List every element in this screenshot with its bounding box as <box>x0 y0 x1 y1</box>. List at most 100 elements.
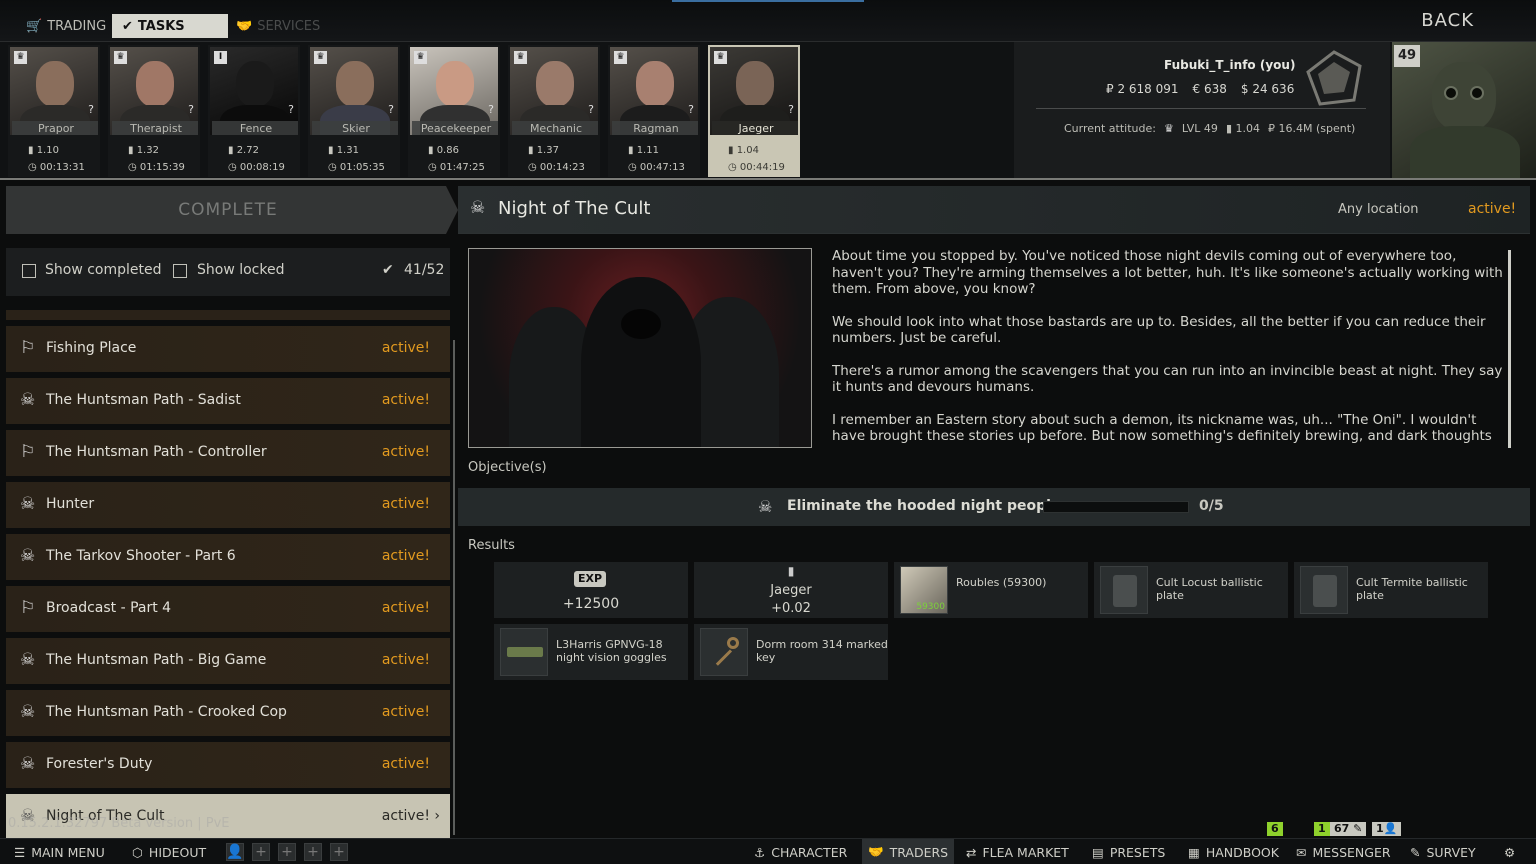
task-status: active! <box>381 340 430 356</box>
reward-item-roubles[interactable]: 59300 Roubles (59300) <box>894 562 1088 618</box>
trader-portrait: I? Fence <box>210 47 298 135</box>
trader-restock-time: ◷ 01:47:25 <box>428 162 485 173</box>
reward-item-name: Roubles (59300) <box>956 576 1047 589</box>
reward-item-name: Cult Termite ballistic plate <box>1356 576 1468 602</box>
character-icon: ⚓ <box>754 844 766 860</box>
task-item[interactable]: ☠ The Huntsman Path - Big Game active! <box>6 638 450 684</box>
traders-button[interactable]: 🤝 TRADERS <box>862 839 955 864</box>
trader-card-mechanic[interactable]: ♛? Mechanic ▮ 1.37 ◷ 00:14:23 <box>508 45 600 177</box>
top-nav-bar: 🛒 TRADING ✔ TASKS 🤝 SERVICES BACK <box>0 0 1536 42</box>
trader-standing: ▮ 2.72 <box>228 145 259 156</box>
trader-name: Fence <box>212 121 298 135</box>
crown-icon: ♛ <box>14 51 27 64</box>
task-name: Forester's Duty <box>46 756 153 772</box>
messenger-button[interactable]: ✉ MESSENGER <box>1290 839 1397 864</box>
exit-icon: ⚐ <box>20 338 36 358</box>
key-icon <box>700 628 748 676</box>
task-item[interactable]: ☠ The Huntsman Path - Crooked Cop active… <box>6 690 450 736</box>
tab-trading-label: TRADING <box>47 18 107 34</box>
task-status: active! <box>381 704 430 720</box>
trader-card-peacekeeper[interactable]: ♛? Peacekeeper ▮ 0.86 ◷ 01:47:25 <box>408 45 500 177</box>
task-item[interactable]: ⚐ Broadcast - Part 4 active! <box>6 586 450 632</box>
character-button[interactable]: ⚓ CHARACTER <box>748 839 853 864</box>
player-slot-icon[interactable]: 👤 <box>226 843 244 861</box>
tab-services-label: SERVICES <box>257 18 321 34</box>
task-status: active! <box>381 548 430 564</box>
trader-card-prapor[interactable]: ♛? Prapor ▮ 1.10 ◷ 00:13:31 <box>8 45 100 177</box>
trader-strip: ♛? Prapor ▮ 1.10 ◷ 00:13:31 ♛? Therapist… <box>0 42 1536 180</box>
add-member-slot[interactable]: + <box>330 843 348 861</box>
task-name: The Huntsman Path - Controller <box>46 444 267 460</box>
messenger-new-badge: 1 <box>1314 822 1330 836</box>
survey-button[interactable]: ✎ SURVEY <box>1404 839 1482 864</box>
attitude-label: Current attitude: <box>1064 122 1156 135</box>
add-member-slot[interactable]: + <box>278 843 296 861</box>
main-menu-button[interactable]: ☰ MAIN MENU <box>8 839 111 864</box>
trader-restock-time: ◷ 00:44:19 <box>728 162 785 173</box>
trader-name: Skier <box>312 121 398 135</box>
tab-tasks[interactable]: ✔ TASKS <box>112 14 228 38</box>
reward-item-cult-termite[interactable]: Cult Termite ballistic plate <box>1294 562 1488 618</box>
main-menu-label: MAIN MENU <box>31 844 105 860</box>
skull-icon: ☠ <box>20 546 36 566</box>
player-avatar[interactable]: 49 <box>1392 42 1536 178</box>
tab-trading[interactable]: 🛒 TRADING <box>16 14 116 38</box>
exp-value: +12500 <box>562 596 620 612</box>
objective-count: 0/5 <box>1199 498 1224 514</box>
reward-item-name: L3Harris GPNVG-18 night vision goggles <box>556 638 667 664</box>
back-button[interactable]: BACK <box>1421 10 1474 31</box>
task-item[interactable]: ⚐ The Huntsman Path - Controller active! <box>6 430 450 476</box>
reward-item-gpnvg[interactable]: L3Harris GPNVG-18 night vision goggles <box>494 624 688 680</box>
add-member-slot[interactable]: + <box>252 843 270 861</box>
trader-card-ragman[interactable]: ♛? Ragman ▮ 1.11 ◷ 00:47:13 <box>608 45 700 177</box>
divider <box>1036 108 1366 109</box>
trader-restock-time: ◷ 00:08:19 <box>228 162 285 173</box>
trader-card-skier[interactable]: ♛? Skier ▮ 1.31 ◷ 01:05:35 <box>308 45 400 177</box>
handshake-icon: 🤝 <box>236 18 253 34</box>
reward-item-dorm-key[interactable]: Dorm room 314 marked key <box>694 624 888 680</box>
ballistic-plate-icon <box>1300 566 1348 614</box>
task-item[interactable]: ☠ The Huntsman Path - Sadist active! <box>6 378 450 424</box>
presets-button[interactable]: ▤ PRESETS <box>1086 839 1171 864</box>
objectives-label: Objective(s) <box>468 460 547 475</box>
show-completed-checkbox[interactable] <box>22 264 36 278</box>
trader-name: Ragman <box>612 121 698 135</box>
tab-services[interactable]: 🤝 SERVICES <box>226 14 330 38</box>
trader-card-therapist[interactable]: ♛? Therapist ▮ 1.32 ◷ 01:15:39 <box>108 45 200 177</box>
quest-image <box>468 248 812 448</box>
messenger-label: MESSENGER <box>1312 844 1391 860</box>
trader-card-fence[interactable]: I? Fence ▮ 2.72 ◷ 00:08:19 <box>208 45 300 177</box>
task-name: Fishing Place <box>46 340 137 356</box>
task-name: The Huntsman Path - Crooked Cop <box>46 704 287 720</box>
settings-button[interactable]: ⚙ <box>1498 839 1521 864</box>
crown-icon: ♛ <box>614 51 627 64</box>
reward-trader-name: Jaeger <box>770 583 812 598</box>
add-member-slot[interactable]: + <box>304 843 322 861</box>
handbook-button[interactable]: ▦ HANDBOOK <box>1182 839 1285 864</box>
quest-title: Night of The Cult <box>498 198 651 219</box>
trader-card-jaeger[interactable]: ♛? Jaeger ▮ 1.04 ◷ 00:44:19 <box>708 45 800 177</box>
task-item[interactable]: ⚐ Fishing Place active! <box>6 326 450 372</box>
task-item[interactable]: ☠ The Tarkov Shooter - Part 6 active! <box>6 534 450 580</box>
reward-item-cult-locust[interactable]: Cult Locust ballistic plate <box>1094 562 1288 618</box>
trader-portrait: ♛? Therapist <box>110 47 198 135</box>
hideout-button[interactable]: ⬡ HIDEOUT <box>126 839 212 864</box>
description-paragraph: There's a rumor among the scavengers tha… <box>832 362 1503 396</box>
trader-restock-time: ◷ 01:05:35 <box>328 162 385 173</box>
task-item[interactable]: ☠ Hunter active! <box>6 482 450 528</box>
trader-restock-time: ◷ 00:13:31 <box>28 162 85 173</box>
player-level-badge: 49 <box>1394 45 1420 67</box>
description-scrollbar[interactable] <box>1508 250 1511 448</box>
task-item[interactable]: ☠ Forester's Duty active! <box>6 742 450 788</box>
trader-portrait: ♛? Prapor <box>10 47 98 135</box>
show-locked-checkbox[interactable] <box>173 264 187 278</box>
task-name: The Huntsman Path - Sadist <box>46 392 241 408</box>
standing-icon: ▮ <box>787 564 795 578</box>
traders-label: TRADERS <box>889 844 949 860</box>
complete-button[interactable]: COMPLETE <box>6 186 458 234</box>
objective-progress-bar <box>1043 501 1189 513</box>
flea-market-button[interactable]: ⇄ FLEA MARKET <box>960 839 1075 864</box>
task-list-scrollbar[interactable] <box>453 340 455 835</box>
attitude-spent: ₽ 16.4M (spent) <box>1268 122 1356 135</box>
show-locked-label: Show locked <box>197 262 285 278</box>
